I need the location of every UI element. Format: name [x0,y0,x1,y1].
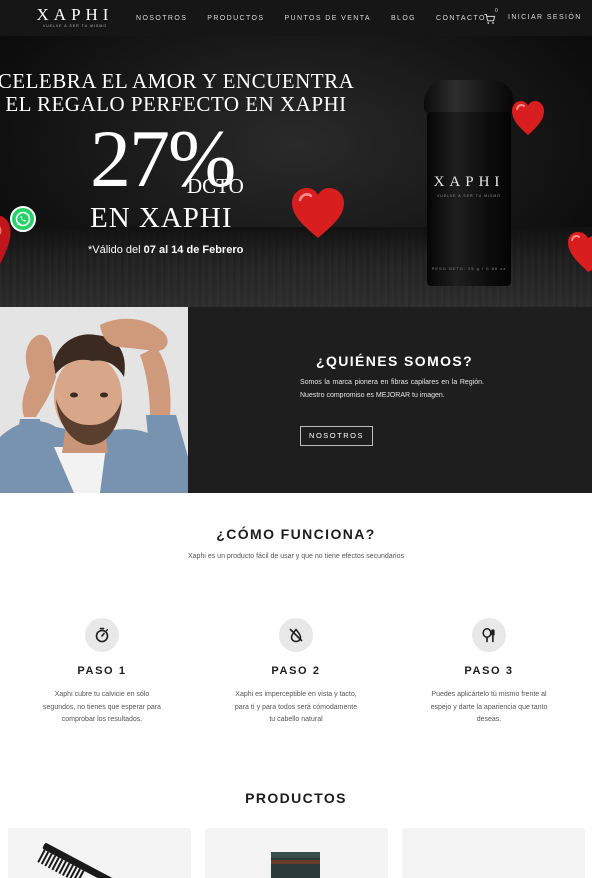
eye-slash-icon [279,618,313,652]
step-label: PASO 1 [77,665,127,677]
hero-en-xaphi: EN XAPHI [90,202,233,234]
stopwatch-icon [85,618,119,652]
about-nosotros-button[interactable]: NOSOTROS [300,426,373,446]
about-title: ¿QUIÉNES SOMOS? [316,353,474,369]
step-text: Puedes aplicártelo tú mismo frente al es… [430,691,548,723]
product-card[interactable] [402,828,585,878]
hero-banner[interactable]: CELEBRA EL AMOR Y ENCUENTRA EL REGALO PE… [0,36,592,307]
cart-count: 0 [495,8,498,14]
jar-lid [424,80,514,114]
step-label: PASO 2 [271,665,321,677]
step-3: PASO 3 Puedes aplicártelo tú mismo frent… [414,618,564,727]
about-photo [0,307,188,493]
top-navbar: XAPHI VUELVE A SER TU MISMO NOSOTROS PRO… [0,0,592,36]
login-link[interactable]: INICIAR SESIÓN [508,0,582,36]
product-card[interactable] [205,828,388,878]
step-2: PASO 2 Xaphi es imperceptible en vista y… [221,618,371,727]
products-title: PRODUCTOS [245,790,347,806]
product-jar-image: XAPHI VUELVE A SER TU MISMO PESO NETO: 2… [424,80,514,286]
step-text: Xaphi cubre tu calvicie en sólo segundos… [43,691,161,723]
hero-dcto: DCTO [187,174,244,198]
cart-icon [484,14,496,24]
heart-icon [512,101,544,135]
nav-link-nosotros[interactable]: NOSOTROS [136,15,187,22]
hero-validity-dates: 07 al 14 de Febrero [143,244,244,256]
hero-headline: CELEBRA EL AMOR Y ENCUENTRA EL REGALO PE… [0,70,356,116]
mirror-brush-icon [472,618,506,652]
nav-links: NOSOTROS PRODUCTOS PUNTOS DE VENTA BLOG … [136,0,486,36]
heart-icon [568,232,592,272]
nav-link-puntos-de-venta[interactable]: PUNTOS DE VENTA [284,15,370,22]
heart-icon [292,188,344,238]
brand-logo[interactable]: XAPHI VUELVE A SER TU MISMO [36,6,114,28]
comb-product-image [37,843,119,878]
hero-validity: *Válido del 07 al 14 de Febrero [88,244,243,256]
cart-button[interactable]: 0 [484,8,498,24]
whatsapp-icon [15,211,31,227]
jar-brand: XAPHI [433,174,505,190]
nav-link-contacto[interactable]: CONTACTO [436,15,486,22]
about-section: ¿QUIÉNES SOMOS? Somos la marca pionera e… [0,307,592,493]
product-box-image [271,852,320,878]
nav-link-productos[interactable]: PRODUCTOS [207,15,264,22]
whatsapp-button[interactable] [10,206,36,232]
step-1: PASO 1 Xaphi cubre tu calvicie en sólo s… [27,618,177,727]
jar-body [427,112,511,286]
nav-link-blog[interactable]: BLOG [391,15,416,22]
product-card[interactable] [8,828,191,878]
about-text: Somos la marca pionera en fibras capilar… [300,379,484,399]
how-title: ¿CÓMO FUNCIONA? [216,526,376,542]
jar-net-weight: PESO NETO: 25 g / 0.88 oz [431,266,507,271]
hero-headline-line1: CELEBRA EL AMOR Y ENCUENTRA [0,69,355,93]
man-touching-hair-photo [0,307,188,493]
step-label: PASO 3 [464,665,514,677]
step-text: Xaphi es imperceptible en vista y tacto,… [234,691,358,723]
jar-tagline: VUELVE A SER TU MISMO [436,194,502,198]
logo-tagline: VUELVE A SER TU MISMO [42,24,108,28]
hero-validity-prefix: *Válido del [88,244,144,256]
how-subtitle: Xaphi es un producto fácil de usar y que… [188,553,404,560]
logo-wordmark: XAPHI [36,5,114,24]
